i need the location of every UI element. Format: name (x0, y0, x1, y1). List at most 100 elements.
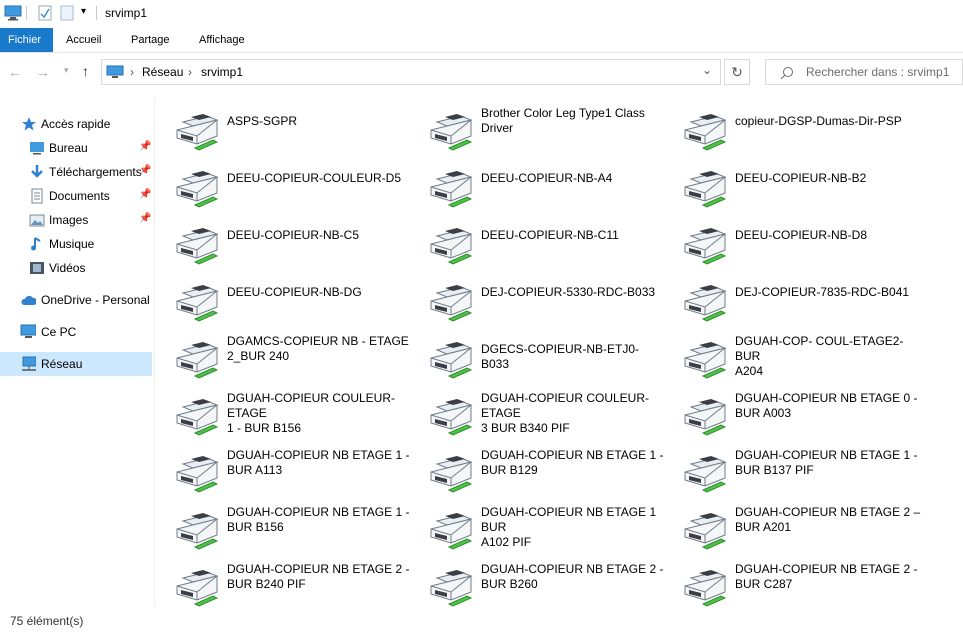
printer-item[interactable]: DGUAH-COPIEUR COULEUR-ETAGE 1 - BUR B156 (155, 383, 409, 440)
tab-affichage[interactable]: Affichage (191, 28, 253, 52)
separator (26, 6, 27, 20)
sidebar-item-telechargements[interactable]: Téléchargements 📌 (0, 160, 152, 184)
breadcrumb-reseau[interactable]: Réseau (142, 65, 183, 79)
printer-name: DEEU-COPIEUR-NB-B2 (735, 171, 867, 185)
printer-item[interactable]: DEJ-COPIEUR-7835-RDC-B041 (663, 269, 917, 326)
printer-icon (173, 507, 221, 551)
printer-name: DGAMCS-COPIEUR NB - ETAGE 2_BUR 240 (227, 334, 409, 363)
printer-item[interactable]: DGUAH-COPIEUR NB ETAGE 2 - BUR C287 (663, 554, 917, 611)
pin-icon[interactable]: 📌 (139, 141, 151, 152)
printer-name: DGUAH-COPIEUR NB ETAGE 1 - BUR B129 (481, 448, 664, 477)
printer-icon (173, 165, 221, 209)
sidebar-item-acces-rapide[interactable]: Accès rapide (0, 112, 152, 136)
printer-name: DGUAH-COPIEUR COULEUR-ETAGE 1 - BUR B156 (227, 391, 396, 435)
printer-item[interactable]: DEEU-COPIEUR-NB-C11 (409, 212, 663, 269)
document-icon (31, 188, 43, 204)
printer-item[interactable]: DGUAH-COPIEUR NB ETAGE 1 - BUR B156 (155, 497, 409, 554)
tab-accueil[interactable]: Accueil (58, 28, 109, 52)
separator (96, 6, 97, 20)
printer-item[interactable]: DEEU-COPIEUR-COULEUR-D5 (155, 155, 409, 212)
printer-name: DGUAH-COPIEUR NB ETAGE 2 - BUR C287 (735, 562, 918, 591)
tab-partage[interactable]: Partage (123, 28, 178, 52)
printer-icon (173, 450, 221, 494)
printer-icon (427, 336, 475, 380)
up-arrow-icon[interactable]: ↑ (82, 63, 89, 79)
sidebar-item-documents[interactable]: Documents 📌 (0, 184, 152, 208)
printer-name: DGUAH-COPIEUR NB ETAGE 1 - BUR B137 PIF (735, 448, 918, 477)
printer-item[interactable]: DEEU-COPIEUR-NB-DG (155, 269, 409, 326)
printer-item[interactable]: Brother Color Leg Type1 Class Driver (409, 98, 663, 155)
breadcrumb-chevron-icon: › (188, 65, 192, 79)
printer-icon (681, 222, 729, 266)
printer-item[interactable]: DEEU-COPIEUR-NB-A4 (409, 155, 663, 212)
printer-item[interactable]: DGAMCS-COPIEUR NB - ETAGE 2_BUR 240 (155, 326, 409, 383)
pin-icon[interactable]: 📌 (139, 189, 151, 200)
tab-fichier[interactable]: Fichier (0, 28, 53, 52)
printer-item[interactable]: DEEU-COPIEUR-NB-B2 (663, 155, 917, 212)
music-icon (31, 237, 41, 251)
printer-icon (427, 222, 475, 266)
recent-locations-icon[interactable]: ▾ (64, 65, 69, 76)
image-icon (29, 214, 45, 227)
pin-icon[interactable]: 📌 (139, 213, 151, 224)
printer-item[interactable]: ASPS-SGPR (155, 98, 409, 155)
printer-item[interactable]: DGUAH-COPIEUR COULEUR-ETAGE 3 BUR B340 PI… (409, 383, 663, 440)
new-folder-icon[interactable] (60, 5, 74, 21)
printer-name: DGUAH-COPIEUR NB ETAGE 2 – BUR A201 (735, 505, 921, 534)
printer-icon (427, 450, 475, 494)
printer-icon (681, 450, 729, 494)
printer-name: DGUAH-COPIEUR NB ETAGE 1 BUR A102 PIF (481, 505, 657, 549)
address-bar[interactable]: › Réseau › srvimp1 ⌄ (101, 59, 721, 85)
printer-item[interactable]: DEEU-COPIEUR-NB-C5 (155, 212, 409, 269)
sidebar-item-images[interactable]: Images 📌 (0, 208, 152, 232)
search-input[interactable]: Rechercher dans : srvimp1 (765, 59, 963, 85)
printer-icon (173, 279, 221, 323)
computer-icon (20, 324, 36, 338)
computer-icon[interactable] (4, 5, 22, 21)
printer-icon (427, 108, 475, 152)
printer-item[interactable]: DGUAH-COPIEUR NB ETAGE 2 – BUR A201 (663, 497, 920, 554)
printer-item[interactable]: DGUAH-COPIEUR NB ETAGE 1 - BUR B137 PIF (663, 440, 917, 497)
printer-icon (681, 165, 729, 209)
printer-item[interactable]: DGUAH-COPIEUR NB ETAGE 1 BUR A102 PIF (409, 497, 663, 554)
printer-item[interactable]: DGUAH-COPIEUR NB ETAGE 0 - BUR A003 (663, 383, 917, 440)
navigation-pane: Accès rapide Bureau 📌 Téléchargements 📌 … (0, 98, 155, 606)
printer-name: DGUAH-COPIEUR NB ETAGE 1 - BUR B156 (227, 505, 410, 534)
printer-name: DEEU-COPIEUR-NB-A4 (481, 171, 613, 185)
printer-item[interactable]: DGUAH-COPIEUR NB ETAGE 1 - BUR A113 (155, 440, 409, 497)
printer-item[interactable]: copieur-DGSP-Dumas-Dir-PSP (663, 98, 917, 155)
printer-icon (681, 108, 729, 152)
sidebar-item-onedrive[interactable]: OneDrive - Personal (0, 288, 152, 312)
printer-icon (173, 222, 221, 266)
printer-name: DEEU-COPIEUR-COULEUR-D5 (227, 171, 402, 185)
printer-icon (173, 393, 221, 437)
printer-name: DEEU-COPIEUR-NB-D8 (735, 228, 868, 242)
printer-name: DGUAH-COP- COUL-ETAGE2- BUR A204 (735, 334, 904, 378)
ribbon-tabs: Fichier Accueil Partage Affichage (0, 28, 963, 53)
pin-icon[interactable]: 📌 (139, 165, 151, 176)
printer-item[interactable]: DEJ-COPIEUR-5330-RDC-B033 (409, 269, 663, 326)
sidebar-item-bureau[interactable]: Bureau 📌 (0, 136, 152, 160)
printer-item[interactable]: DGUAH-COPIEUR NB ETAGE 1 - BUR B129 (409, 440, 663, 497)
printer-name: copieur-DGSP-Dumas-Dir-PSP (735, 114, 902, 128)
back-arrow-icon[interactable]: ← (8, 64, 22, 80)
sidebar-item-reseau[interactable]: Réseau (0, 352, 152, 376)
printer-item[interactable]: DGECS-COPIEUR-NB-ETJ0-B033 (409, 326, 663, 383)
sidebar-item-ce-pc[interactable]: Ce PC (0, 320, 152, 344)
refresh-button[interactable]: ↻ (724, 59, 750, 85)
printer-item[interactable]: DGUAH-COP- COUL-ETAGE2- BUR A204 (663, 326, 917, 383)
printer-icon (681, 393, 729, 437)
sidebar-item-videos[interactable]: Vidéos (0, 256, 152, 280)
printer-item[interactable]: DGUAH-COPIEUR NB ETAGE 2 - BUR B260 (409, 554, 663, 611)
breadcrumb-srvimp1[interactable]: srvimp1 (201, 65, 243, 79)
properties-icon[interactable] (38, 5, 52, 21)
printer-item[interactable]: DGUAH-COPIEUR NB ETAGE 2 - BUR B240 PIF (155, 554, 409, 611)
quick-access-dropdown-icon[interactable]: ▾ (81, 6, 86, 17)
printer-item[interactable]: DEEU-COPIEUR-NB-D8 (663, 212, 917, 269)
printer-name: DGUAH-COPIEUR NB ETAGE 2 - BUR B240 PIF (227, 562, 410, 591)
address-dropdown-icon[interactable]: ⌄ (702, 63, 712, 77)
forward-arrow-icon[interactable]: → (36, 64, 50, 80)
title-bar: ▾ srvimp1 (0, 0, 963, 28)
sidebar-item-musique[interactable]: Musique (0, 232, 152, 256)
printer-icon (681, 279, 729, 323)
